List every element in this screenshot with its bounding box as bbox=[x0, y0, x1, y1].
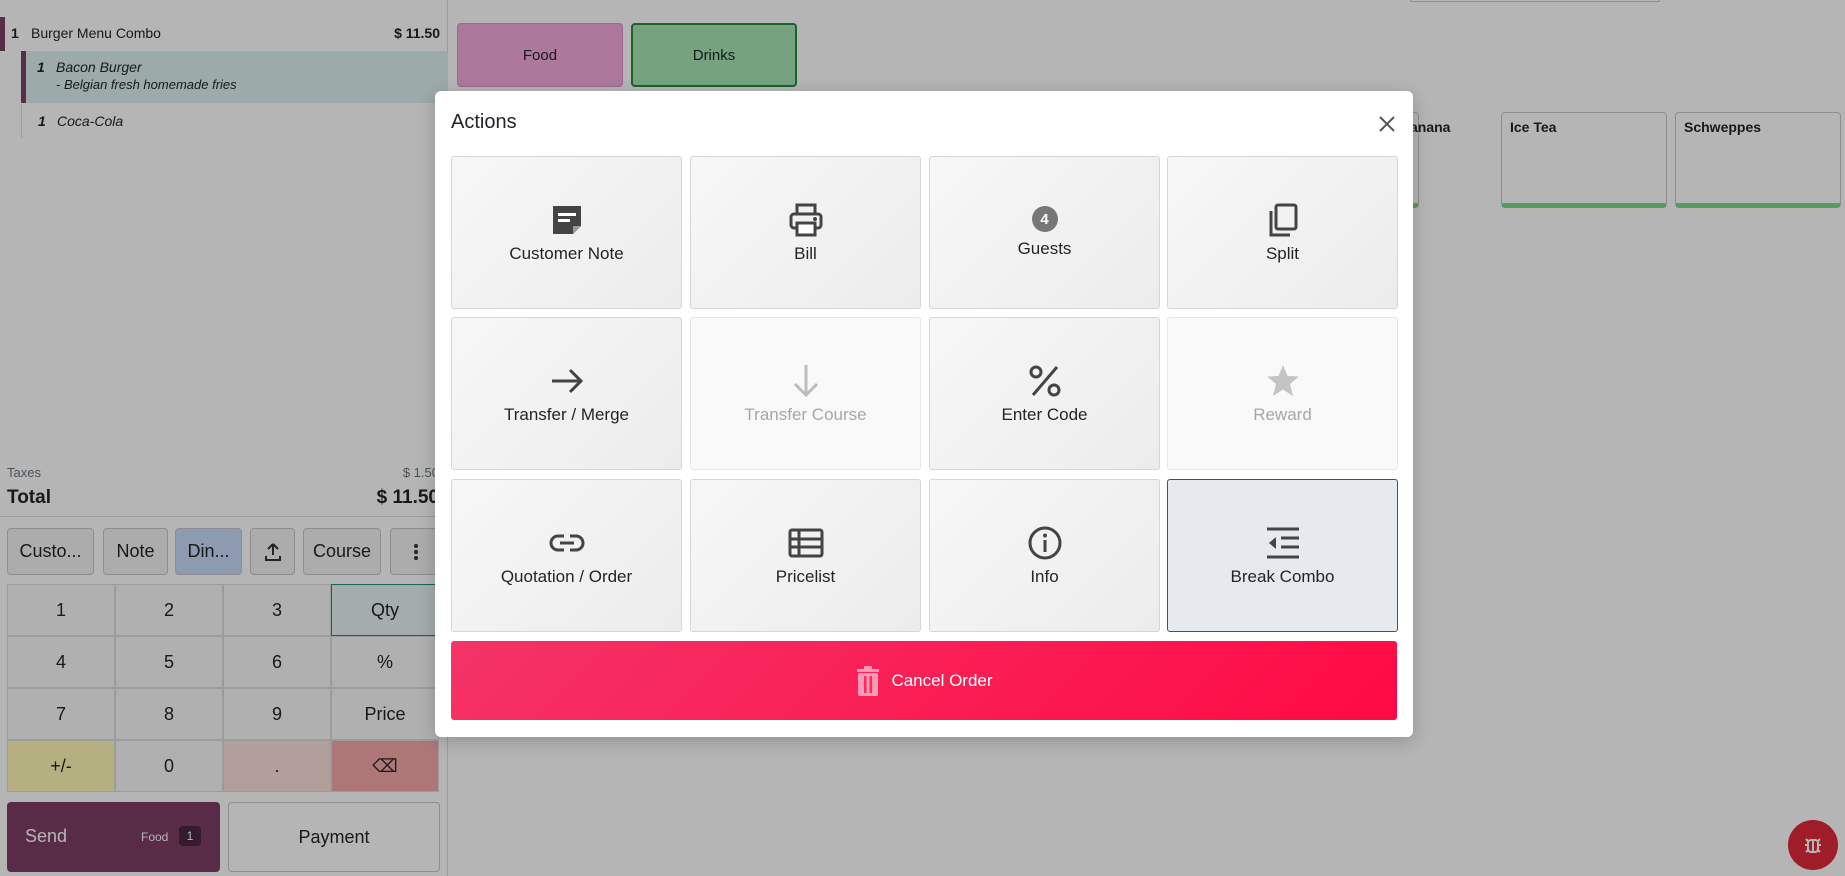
action-label: Bill bbox=[794, 243, 817, 263]
action-transfer-course: Transfer Course bbox=[690, 317, 921, 470]
action-label: Quotation / Order bbox=[500, 566, 633, 586]
printer-icon bbox=[789, 203, 822, 236]
arrow-right-icon bbox=[551, 368, 583, 393]
link-icon bbox=[549, 534, 584, 551]
percent-icon bbox=[1029, 365, 1060, 396]
close-button[interactable] bbox=[1377, 114, 1397, 134]
action-reward: Reward bbox=[1167, 317, 1398, 470]
action-label: Break Combo bbox=[1230, 566, 1335, 586]
action-guests[interactable]: 4 Guests bbox=[929, 156, 1160, 309]
action-quotation-order[interactable]: Quotation / Order bbox=[451, 479, 682, 632]
note-icon bbox=[552, 205, 581, 234]
close-icon bbox=[1379, 116, 1395, 132]
action-label: Reward bbox=[1253, 404, 1312, 424]
action-label: Transfer Course bbox=[744, 404, 867, 424]
action-split[interactable]: Split bbox=[1167, 156, 1398, 309]
action-label: Info bbox=[1030, 566, 1059, 586]
action-enter-code[interactable]: Enter Code bbox=[929, 317, 1160, 470]
star-icon bbox=[1266, 364, 1299, 396]
action-break-combo[interactable]: Break Combo bbox=[1167, 479, 1398, 632]
action-label: Guests bbox=[1017, 239, 1072, 258]
action-label: Pricelist bbox=[775, 566, 836, 586]
actions-dialog: Actions Customer Note Bill 4 Guests Spli… bbox=[435, 91, 1413, 737]
action-label: Transfer / Merge bbox=[503, 404, 630, 424]
list-icon bbox=[788, 528, 823, 557]
action-transfer-merge[interactable]: Transfer / Merge bbox=[451, 317, 682, 470]
action-pricelist[interactable]: Pricelist bbox=[690, 479, 921, 632]
action-label: Enter Code bbox=[1001, 404, 1088, 424]
guests-badge: 4 bbox=[1031, 206, 1058, 232]
action-customer-note[interactable]: Customer Note bbox=[451, 156, 682, 309]
cancel-order-label: Cancel Order bbox=[891, 670, 993, 690]
action-info[interactable]: Info bbox=[929, 479, 1160, 632]
action-bill[interactable]: Bill bbox=[690, 156, 921, 309]
trash-icon bbox=[857, 665, 880, 696]
action-label: Customer Note bbox=[509, 243, 624, 263]
action-label: Split bbox=[1265, 243, 1300, 263]
arrow-down-icon bbox=[793, 364, 818, 397]
cancel-order-button[interactable]: Cancel Order bbox=[451, 641, 1397, 720]
copy-icon bbox=[1269, 203, 1297, 236]
indent-icon bbox=[1266, 527, 1299, 558]
dialog-title: Actions bbox=[451, 111, 517, 133]
info-icon bbox=[1028, 526, 1061, 559]
